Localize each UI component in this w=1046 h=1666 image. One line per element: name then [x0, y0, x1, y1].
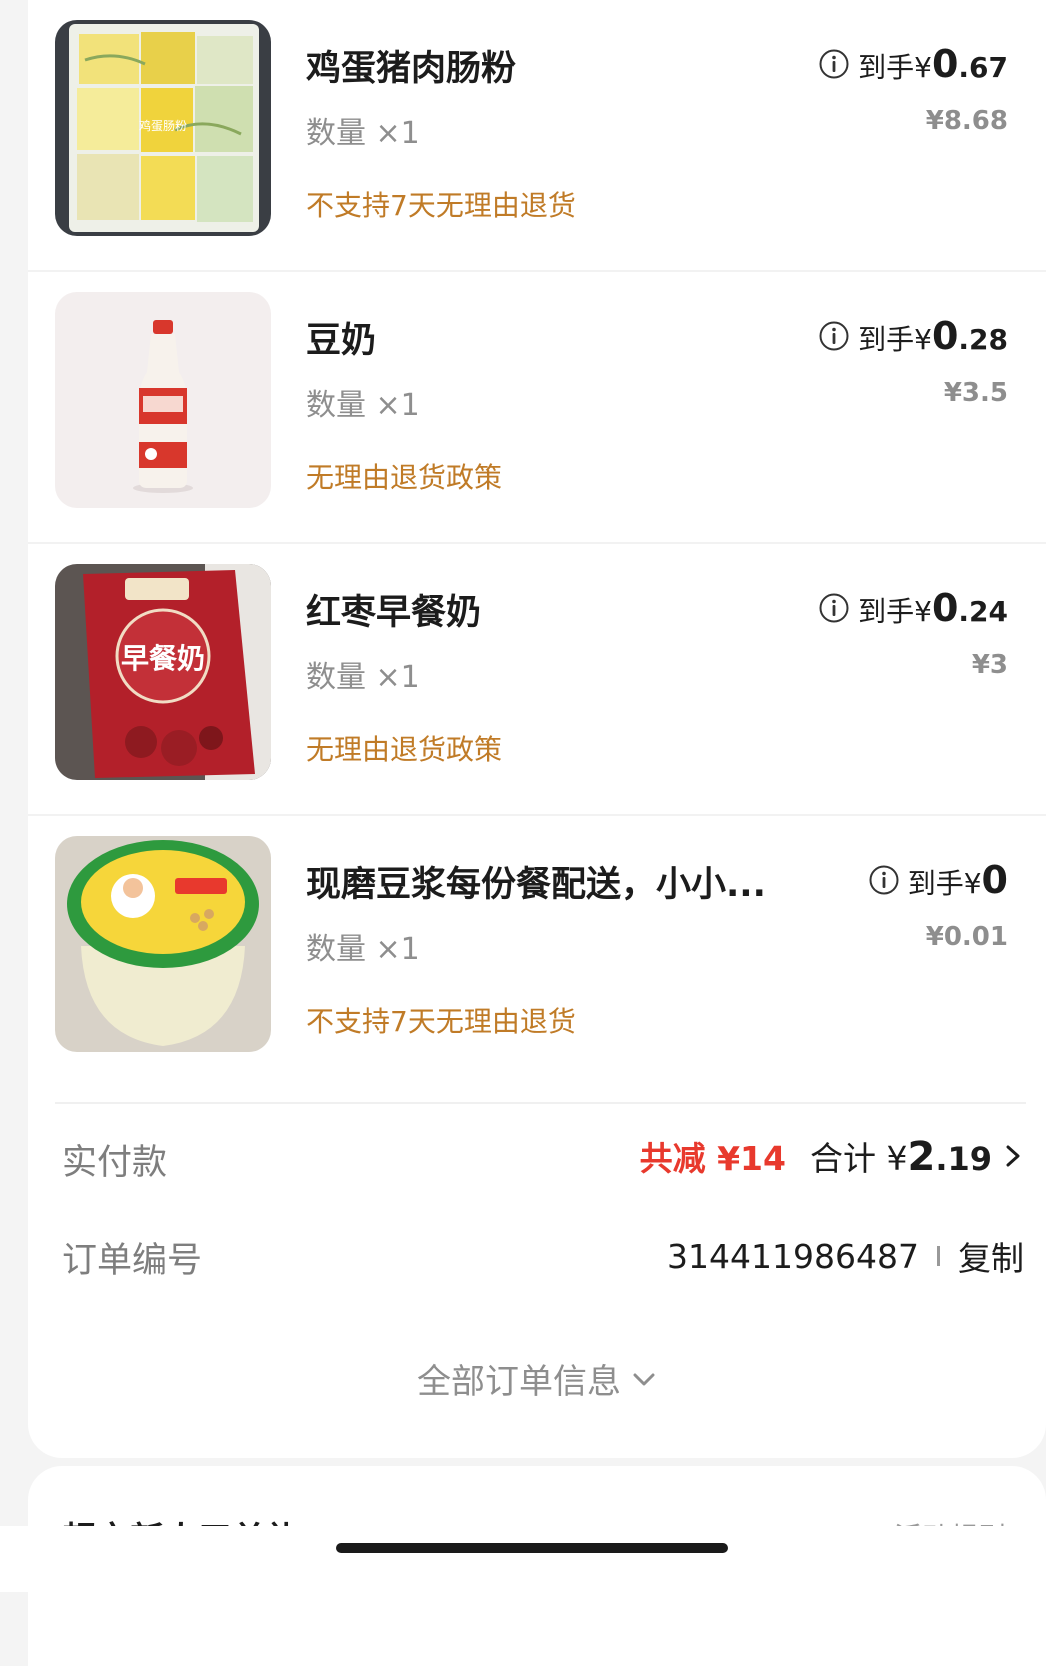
- home-indicator[interactable]: [336, 1543, 728, 1553]
- net-price-label: 到手¥: [858, 595, 932, 628]
- net-price[interactable]: 到手¥ 0.24: [818, 586, 1008, 630]
- net-price-integer: 0: [981, 858, 1008, 902]
- product-name[interactable]: 红枣早餐奶: [306, 584, 776, 635]
- product-quantity: 数量 ×1: [306, 388, 420, 423]
- product-quantity: 数量 ×1: [306, 660, 420, 695]
- info-icon[interactable]: [818, 320, 850, 352]
- chevron-right-icon[interactable]: [1002, 1143, 1024, 1169]
- product-image[interactable]: [55, 292, 271, 508]
- return-policy: 无理由退货政策: [306, 733, 503, 766]
- copy-button[interactable]: 复制: [958, 1232, 1024, 1280]
- order-item[interactable]: 豆奶 数量 ×1 无理由退货政策 到手¥ 0.28 ¥3.5: [28, 272, 1046, 544]
- net-price-decimal: .28: [958, 323, 1008, 356]
- order-separator: [937, 1246, 940, 1266]
- info-icon[interactable]: [818, 48, 850, 80]
- order-number-label: 订单编号: [62, 1241, 203, 1281]
- rice-roll-image: 鸡蛋肠粉: [55, 20, 271, 236]
- paid-amount-label: 实付款: [62, 1143, 168, 1183]
- order-detail-card: 鸡蛋肠粉 鸡蛋猪肉肠粉 数量 ×1 不支持7天无理由退货 到手¥ 0.67 ¥8.…: [28, 0, 1046, 1458]
- chevron-down-icon: [633, 1373, 655, 1385]
- payment-summary[interactable]: 共减 ¥14 合计 ¥2.19: [640, 1132, 1024, 1180]
- order-number: 314411986487: [667, 1236, 919, 1276]
- product-quantity: 数量 ×1: [306, 116, 420, 151]
- order-item[interactable]: 现磨豆浆每份餐配送，小小... 数量 ×1 不支持7天无理由退货 到手¥ 0 ¥0…: [28, 816, 1046, 1088]
- order-item[interactable]: 早餐奶 红枣早餐奶 数量 ×1 无理由退货政策 到手¥ 0.24 ¥3: [28, 544, 1046, 816]
- original-price: ¥8.68: [925, 106, 1008, 136]
- return-policy: 不支持7天无理由退货: [306, 189, 576, 222]
- thumb-label: 早餐奶: [121, 642, 205, 675]
- product-name[interactable]: 现磨豆浆每份餐配送，小小...: [306, 856, 786, 907]
- soybean-milk-cup-image: [55, 836, 271, 1052]
- net-price-label: 到手¥: [907, 867, 982, 900]
- all-order-info-label: 全部订单信息: [417, 1362, 621, 1402]
- order-item[interactable]: 鸡蛋肠粉 鸡蛋猪肉肠粉 数量 ×1 不支持7天无理由退货 到手¥ 0.67 ¥8.…: [28, 0, 1046, 272]
- net-price-integer: 0: [931, 42, 959, 86]
- net-price[interactable]: 到手¥ 0.67: [818, 42, 1008, 86]
- original-price: ¥0.01: [925, 922, 1008, 952]
- info-icon[interactable]: [868, 864, 900, 896]
- net-price-integer: 0: [931, 586, 959, 630]
- net-price-decimal: .67: [958, 51, 1008, 84]
- summary-divider: [55, 1102, 1026, 1104]
- product-image[interactable]: 早餐奶: [55, 564, 271, 780]
- soy-milk-bottle-image: [55, 292, 271, 508]
- product-name[interactable]: 豆奶: [306, 312, 776, 363]
- product-quantity: 数量 ×1: [306, 932, 420, 967]
- product-image[interactable]: 鸡蛋肠粉: [55, 20, 271, 236]
- info-icon[interactable]: [818, 592, 850, 624]
- discount-amount: 共减 ¥14: [639, 1139, 786, 1178]
- total-label: 合计 ¥: [809, 1139, 908, 1178]
- net-price[interactable]: 到手¥ 0: [868, 858, 1008, 902]
- breakfast-milk-carton-image: 早餐奶: [55, 564, 271, 780]
- net-price-label: 到手¥: [858, 51, 932, 84]
- all-order-info-toggle[interactable]: 全部订单信息: [28, 1354, 1046, 1403]
- net-price-label: 到手¥: [858, 323, 932, 356]
- original-price: ¥3: [971, 650, 1008, 680]
- order-number-row: 314411986487 复制: [667, 1232, 1024, 1280]
- net-price[interactable]: 到手¥ 0.28: [818, 314, 1008, 358]
- total-decimal: .19: [935, 1140, 992, 1178]
- bottom-safe-area: [0, 1526, 1046, 1592]
- thumb-label: 鸡蛋肠粉: [139, 118, 187, 133]
- original-price: ¥3.5: [943, 378, 1008, 408]
- net-price-decimal: .24: [958, 595, 1008, 628]
- product-name[interactable]: 鸡蛋猪肉肠粉: [306, 40, 776, 91]
- total-integer: 2: [907, 1134, 936, 1180]
- return-policy: 不支持7天无理由退货: [306, 1005, 576, 1038]
- product-image[interactable]: [55, 836, 271, 1052]
- return-policy: 无理由退货政策: [306, 461, 503, 494]
- net-price-integer: 0: [931, 314, 959, 358]
